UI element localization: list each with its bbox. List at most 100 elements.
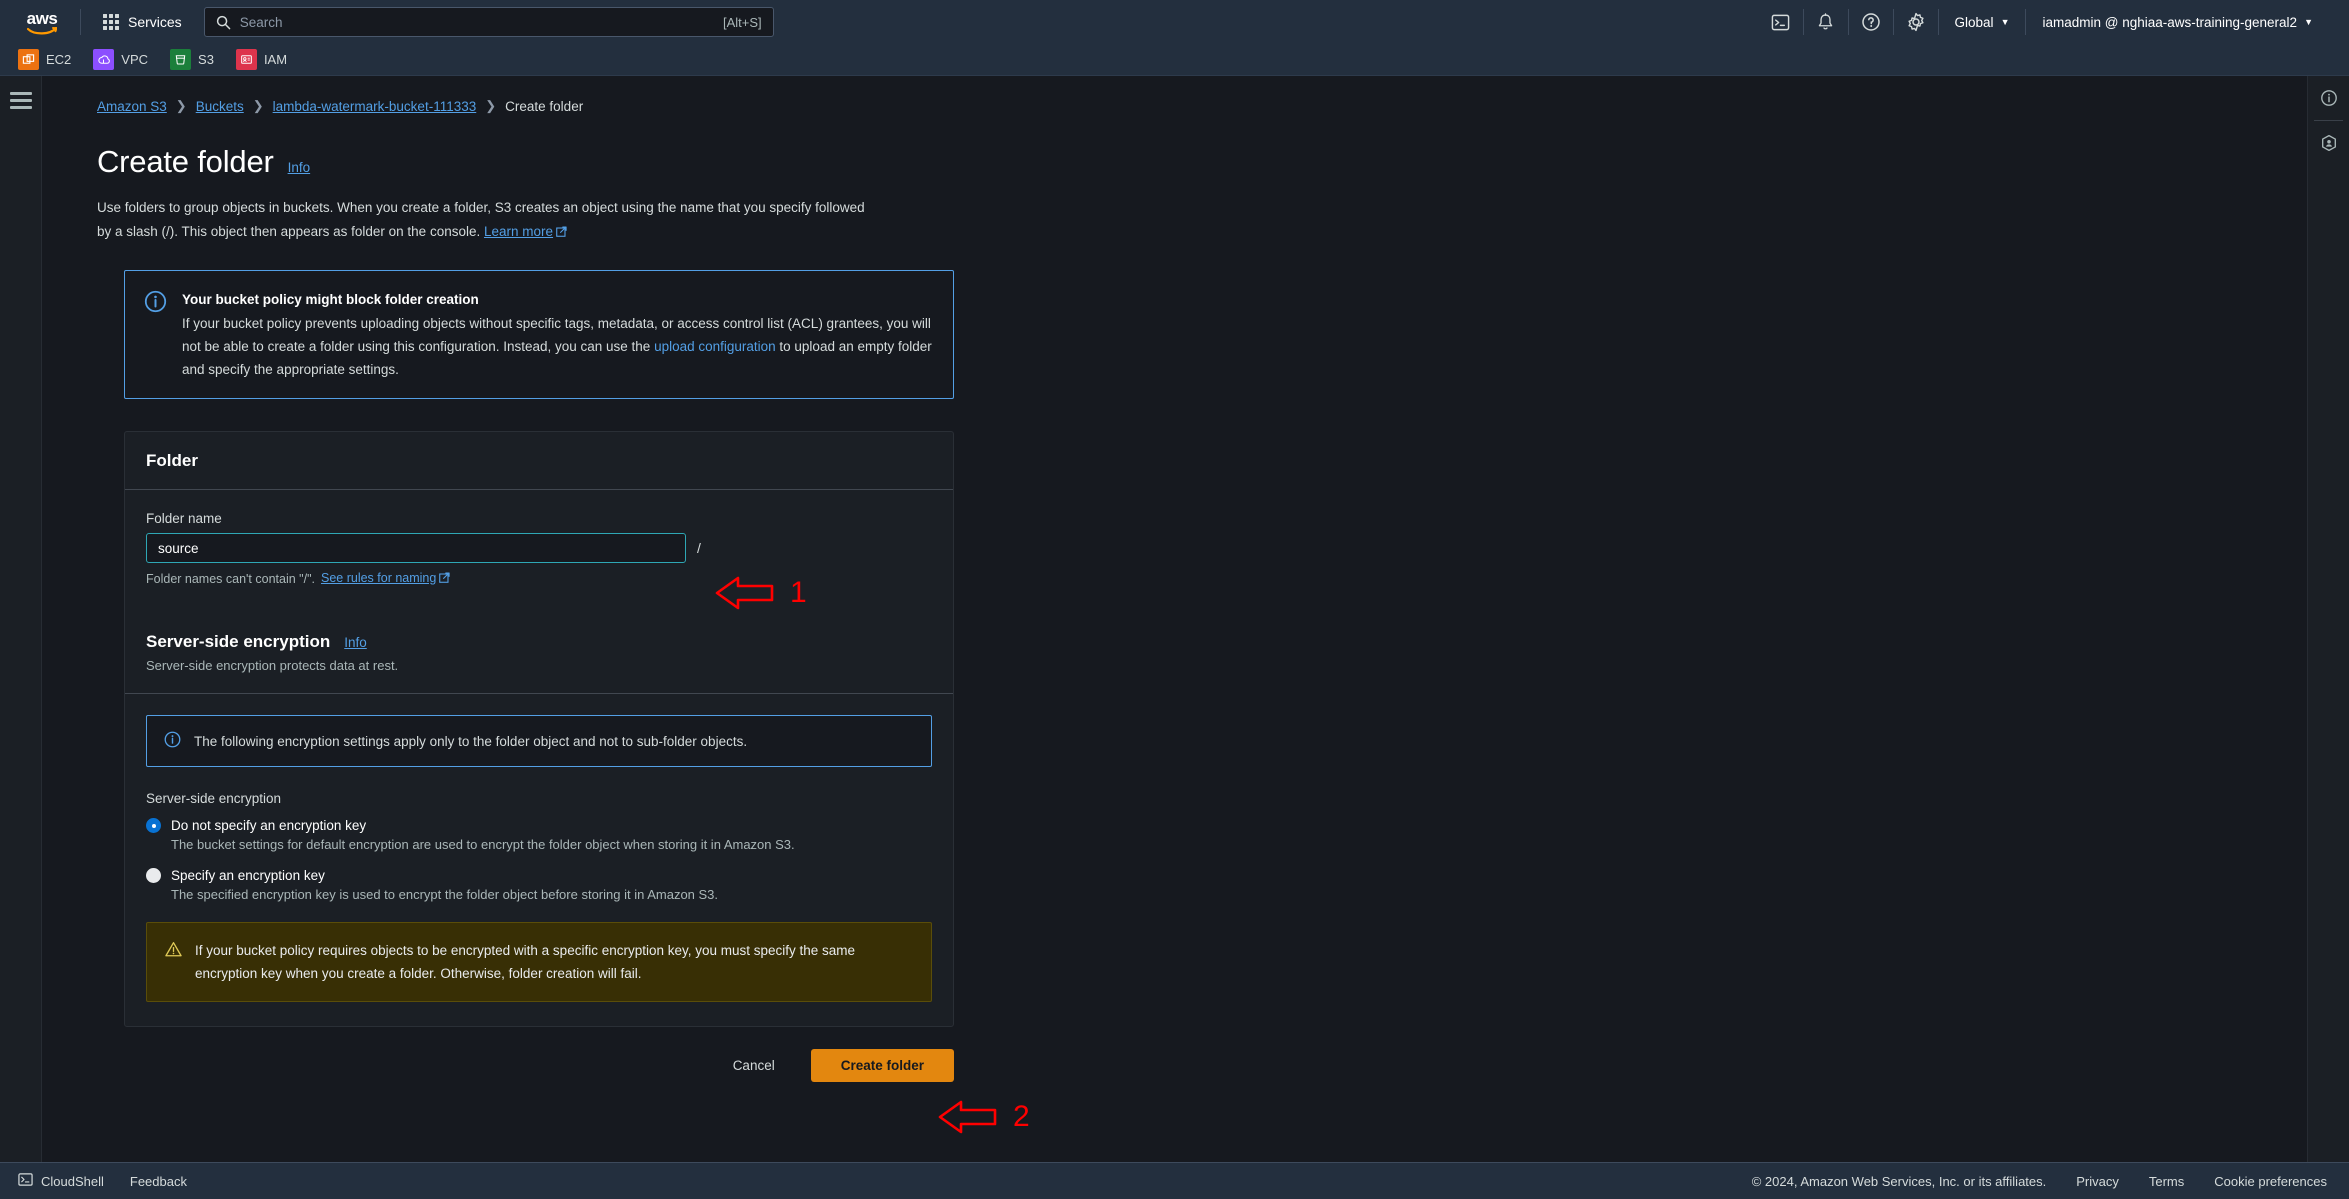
folder-name-section: Folder name / Folder names can't contain… <box>125 490 953 610</box>
footer-cloudshell-button[interactable]: CloudShell <box>18 1172 104 1190</box>
encryption-option-description: The bucket settings for default encrypti… <box>171 837 795 852</box>
left-navigation-rail <box>0 76 42 1162</box>
footer-copyright: © 2024, Amazon Web Services, Inc. or its… <box>1751 1173 2047 1189</box>
encryption-option-label: Do not specify an encryption key <box>171 818 367 833</box>
encryption-section-subtitle: Server-side encryption protects data at … <box>146 658 399 673</box>
recent-history-icon[interactable] <box>2308 121 2349 165</box>
footer-link-privacy[interactable]: Privacy <box>2076 1174 2119 1189</box>
footer-cloudshell-label: CloudShell <box>41 1173 104 1189</box>
footer-feedback-button[interactable]: Feedback <box>130 1174 187 1189</box>
encryption-heading-block: Server-side encryption Info Server-side … <box>125 610 953 693</box>
encryption-option-label: Specify an encryption key <box>171 868 325 883</box>
shortcut-label: VPC <box>121 52 149 67</box>
global-search-box[interactable]: Search [Alt+S] <box>203 7 774 37</box>
page-info-link[interactable]: Info <box>288 160 311 175</box>
s3-bucket-icon <box>170 49 192 70</box>
learn-more-link[interactable]: Learn more <box>484 224 567 239</box>
cloudshell-icon[interactable] <box>1759 0 1803 44</box>
alert-text-block: Your bucket policy might block folder cr… <box>182 288 934 381</box>
service-shortcut-bar: EC2 VPC S3 IAM <box>0 44 2349 76</box>
aws-logo-wordmark: aws <box>26 8 58 28</box>
ec2-icon <box>18 49 39 70</box>
footer-feedback-label: Feedback <box>129 1173 187 1189</box>
external-link-icon <box>439 572 450 586</box>
chevron-down-icon: ▼ <box>2000 17 2010 27</box>
shortcut-label: EC2 <box>46 52 72 67</box>
folder-name-hint: Folder names can't contain "/". See rule… <box>146 571 932 586</box>
breadcrumb: Amazon S3 ❯ Buckets ❯ lambda-watermark-b… <box>42 76 2307 114</box>
services-menu-button[interactable]: Services <box>95 8 190 36</box>
search-shortcut-hint: [Alt+S] <box>723 14 762 30</box>
form-actions: Cancel Create folder <box>124 1049 954 1082</box>
grid-apps-icon <box>103 14 119 30</box>
iam-icon <box>235 49 257 70</box>
settings-gear-icon[interactable] <box>1894 0 1938 44</box>
create-folder-button[interactable]: Create folder <box>810 1049 954 1082</box>
upload-configuration-link[interactable]: upload configuration <box>654 339 776 354</box>
encryption-settings-body: The following encryption settings apply … <box>125 694 953 1026</box>
left-arrow-icon <box>715 576 774 610</box>
top-navigation-bar: aws Services Search [Alt+S] Global ▼ iam… <box>0 0 2349 44</box>
shortcut-label: IAM <box>263 52 288 67</box>
radio-button-specify-key[interactable] <box>146 868 161 883</box>
region-label: Global <box>1954 14 1994 30</box>
notifications-bell-icon[interactable] <box>1804 0 1848 44</box>
breadcrumb-item-buckets[interactable]: Buckets <box>196 99 244 114</box>
services-menu-label: Services <box>128 14 182 30</box>
breadcrumb-item-current: Create folder <box>505 98 584 114</box>
page-header: Create folder Info <box>42 114 2307 180</box>
main-content-area: Amazon S3 ❯ Buckets ❯ lambda-watermark-b… <box>42 76 2307 1162</box>
breadcrumb-item-amazon-s3[interactable]: Amazon S3 <box>97 99 167 114</box>
region-selector[interactable]: Global ▼ <box>1939 0 2026 44</box>
search-placeholder: Search <box>239 14 283 30</box>
folder-name-label: Folder name <box>146 511 222 526</box>
bucket-policy-alert: Your bucket policy might block folder cr… <box>124 270 954 399</box>
encryption-info-link[interactable]: Info <box>344 635 367 650</box>
encryption-warning-alert: If your bucket policy requires objects t… <box>146 922 932 1002</box>
trailing-slash-label: / <box>697 540 701 556</box>
encryption-option-specify-key[interactable]: Specify an encryption key The specified … <box>146 868 932 902</box>
radio-button-no-key[interactable] <box>146 818 161 833</box>
shortcut-vpc[interactable]: VPC <box>93 49 148 70</box>
help-question-icon[interactable] <box>1849 0 1893 44</box>
chevron-down-icon: ▼ <box>2304 17 2313 27</box>
folder-card-title: Folder <box>146 451 198 470</box>
account-menu[interactable]: iamadmin @ nghiaa-aws-training-general2 … <box>2026 0 2329 44</box>
shortcut-iam[interactable]: IAM <box>235 49 288 70</box>
footer-left-group: CloudShell Feedback <box>0 1172 187 1190</box>
folder-name-input-row: / <box>146 533 932 563</box>
footer-link-cookie-preferences[interactable]: Cookie preferences <box>2214 1174 2327 1189</box>
encryption-radio-group-label: Server-side encryption <box>146 791 282 806</box>
chevron-right-icon: ❯ <box>252 98 264 113</box>
warning-triangle-icon <box>165 941 182 985</box>
hamburger-menu-icon[interactable] <box>10 92 32 113</box>
annotation-1: 1 <box>714 572 807 614</box>
aws-console-page: aws Services Search [Alt+S] Global ▼ iam… <box>0 0 2349 1199</box>
footer-link-terms[interactable]: Terms <box>2149 1174 2184 1189</box>
shortcut-s3[interactable]: S3 <box>170 49 214 70</box>
info-circle-icon <box>144 290 167 381</box>
encryption-scope-notice: The following encryption settings apply … <box>146 715 932 767</box>
cloudshell-icon <box>18 1172 33 1190</box>
external-link-icon <box>556 221 567 245</box>
right-tools-rail <box>2307 76 2349 1162</box>
see-rules-for-naming-link[interactable]: See rules for naming <box>321 571 450 586</box>
encryption-option-description: The specified encryption key is used to … <box>171 887 719 902</box>
annotation-2: 2 <box>937 1096 1030 1138</box>
account-label: iamadmin @ nghiaa-aws-training-general2 <box>2042 14 2298 30</box>
create-folder-card: Folder Folder name / Folder names can't … <box>124 431 954 1027</box>
encryption-option-no-key[interactable]: Do not specify an encryption key The buc… <box>146 818 932 852</box>
nav-divider <box>80 9 81 35</box>
shortcut-ec2[interactable]: EC2 <box>18 49 71 70</box>
breadcrumb-item-bucket-name[interactable]: lambda-watermark-bucket-111333 <box>273 99 477 114</box>
aws-logo-smile-icon <box>27 26 57 34</box>
folder-name-input[interactable] <box>146 533 686 563</box>
cancel-button[interactable]: Cancel <box>721 1051 787 1080</box>
alert-heading: Your bucket policy might block folder cr… <box>182 292 479 307</box>
left-arrow-icon <box>938 1100 997 1134</box>
annotation-number: 2 <box>1013 1100 1030 1133</box>
encryption-section-title: Server-side encryption <box>146 632 331 651</box>
info-panel-icon[interactable] <box>2308 76 2349 120</box>
info-circle-icon <box>164 731 181 751</box>
aws-logo[interactable]: aws <box>18 8 66 34</box>
